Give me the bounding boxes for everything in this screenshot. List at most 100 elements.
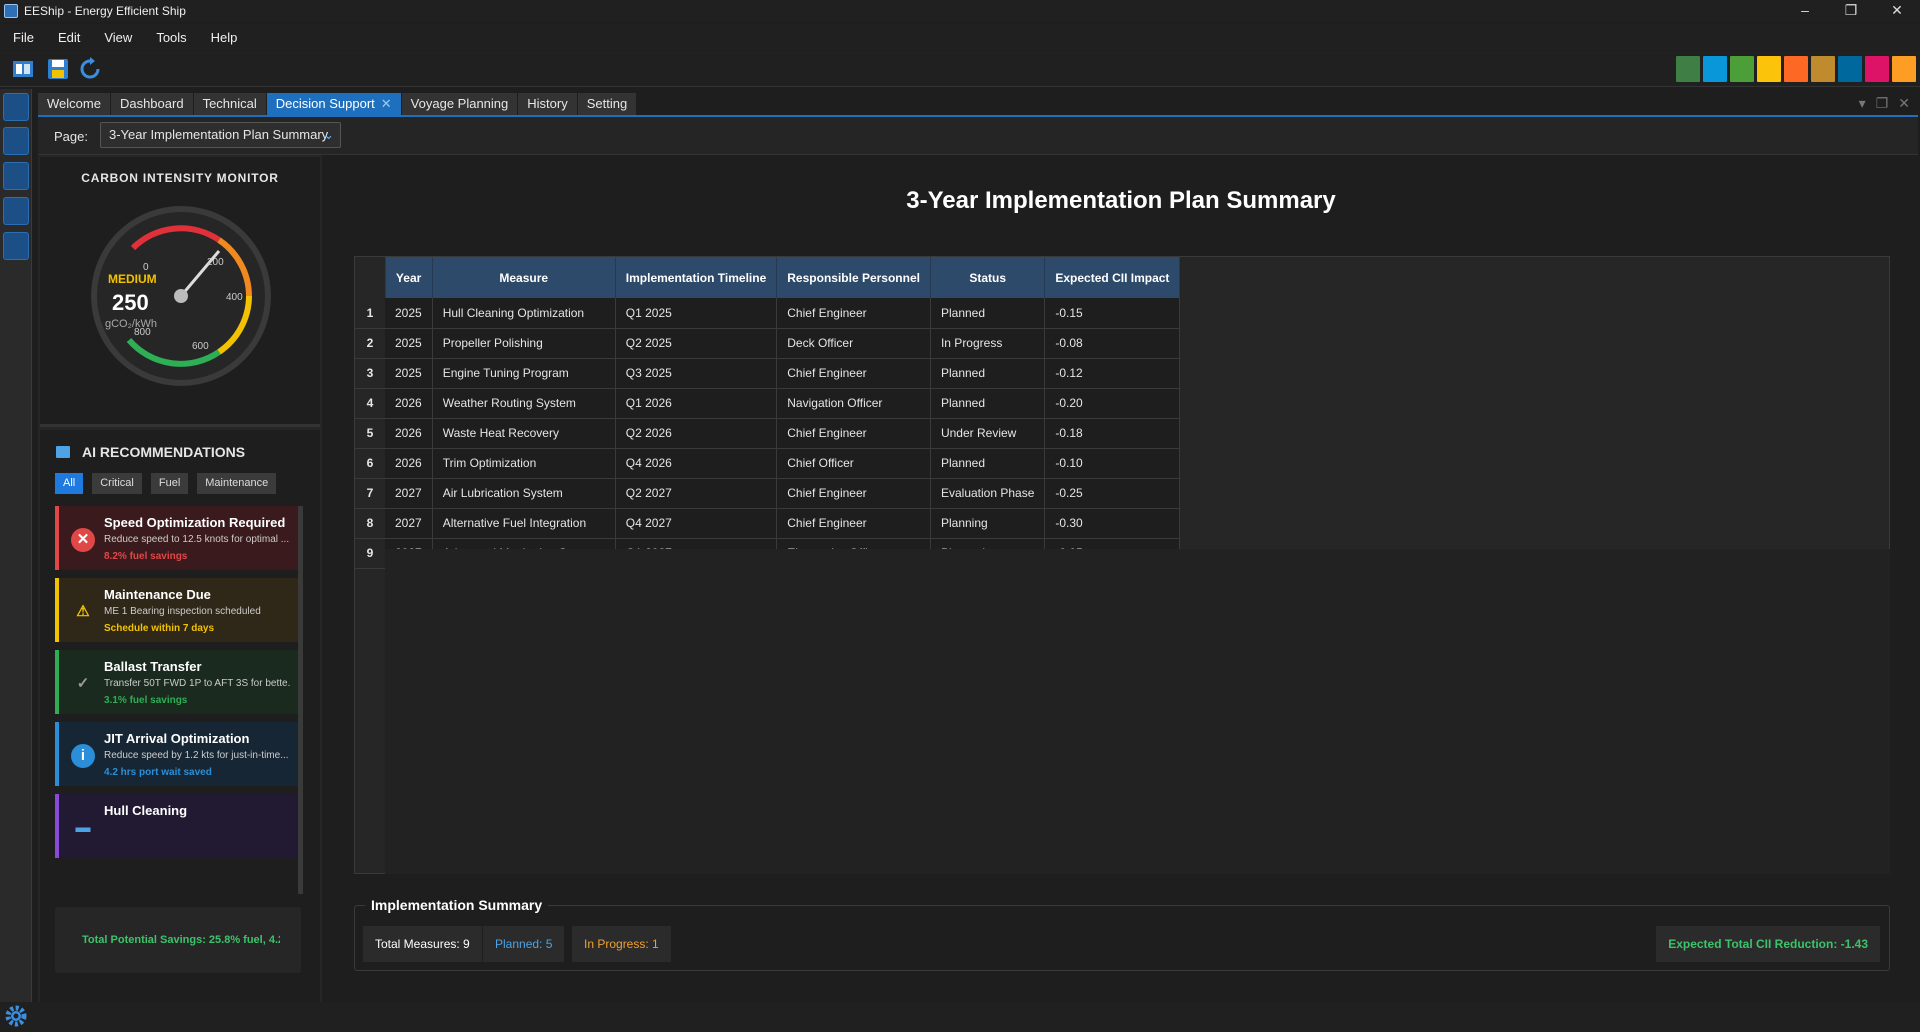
recommendation-scrollbar[interactable] xyxy=(298,506,303,894)
sdg-inequality-icon[interactable] xyxy=(1865,56,1889,82)
search-nav-icon[interactable] xyxy=(3,162,29,190)
close-button[interactable]: ✕ xyxy=(1874,0,1920,22)
table-cell[interactable]: Navigation Officer xyxy=(776,388,931,419)
sdg-life-below-water-icon[interactable] xyxy=(1703,56,1727,82)
table-cell[interactable]: -0.15 xyxy=(1044,298,1181,329)
table-row[interactable]: 6 2026 Trim Optimization Q4 2026 Chief Offic… xyxy=(355,448,1181,479)
filter-fuel[interactable]: Fuel xyxy=(150,473,189,494)
table-cell[interactable]: 2025 xyxy=(385,298,433,329)
table-cell[interactable]: Q4 2027 xyxy=(615,508,778,539)
gear-icon[interactable] xyxy=(4,1004,28,1028)
table-cell[interactable]: Chief Engineer xyxy=(776,418,931,449)
menu-tools[interactable]: Tools xyxy=(156,30,186,45)
table-cell[interactable]: 2026 xyxy=(385,448,433,479)
table-cell[interactable]: Waste Heat Recovery xyxy=(432,418,616,449)
table-cell[interactable]: Under Review xyxy=(930,418,1046,449)
recommendation-card[interactable]: i JIT Arrival Optimization Reduce speed by… xyxy=(55,722,299,786)
table-row[interactable]: 4 2026 Weather Routing System Q1 2026 Naviga… xyxy=(355,388,1181,419)
tab-history[interactable]: History xyxy=(518,93,577,115)
minimize-button[interactable]: – xyxy=(1782,0,1828,22)
table-cell[interactable]: Q3 2025 xyxy=(615,358,778,389)
tab-voyage-planning[interactable]: Voyage Planning xyxy=(401,93,518,115)
page-dropdown[interactable]: 3-Year Implementation Plan Summary ⌄ xyxy=(100,122,341,148)
table-cell[interactable]: Q1 2026 xyxy=(615,388,778,419)
table-cell[interactable]: Q4 2026 xyxy=(615,448,778,479)
maximize-button[interactable]: ❐ xyxy=(1828,0,1874,22)
table-cell[interactable]: Planned xyxy=(930,358,1046,389)
sdg-consumption-icon[interactable] xyxy=(1811,56,1835,82)
sdg-energy-icon[interactable] xyxy=(1757,56,1781,82)
table-cell[interactable]: -0.30 xyxy=(1044,508,1181,539)
table-row[interactable]: 7 2027 Air Lubrication System Q2 2027 Chief … xyxy=(355,478,1181,509)
sdg-health-icon[interactable] xyxy=(1730,56,1754,82)
table-cell[interactable]: In Progress xyxy=(930,328,1046,359)
table-cell[interactable]: Alternative Fuel Integration xyxy=(432,508,616,539)
recommendation-card[interactable]: ▬ Hull Cleaning xyxy=(55,794,299,858)
sdg-peace-icon[interactable] xyxy=(1838,56,1862,82)
table-cell[interactable]: 2025 xyxy=(385,358,433,389)
table-cell[interactable]: Chief Engineer xyxy=(776,358,931,389)
filter-all[interactable]: All xyxy=(55,473,84,494)
float-icon[interactable]: ❐ xyxy=(1876,95,1889,112)
table-cell[interactable]: Planned xyxy=(930,448,1046,479)
table-cell[interactable]: Deck Officer xyxy=(776,328,931,359)
table-cell[interactable]: Hull Cleaning Optimization xyxy=(432,298,616,329)
sdg-cities-icon[interactable] xyxy=(1892,56,1916,82)
table-cell[interactable]: Chief Officer xyxy=(776,448,931,479)
menu-file[interactable]: File xyxy=(13,30,34,45)
report-nav-icon[interactable] xyxy=(3,197,29,225)
tab-setting[interactable]: Setting xyxy=(577,93,637,115)
table-cell[interactable]: Trim Optimization xyxy=(432,448,616,479)
table-cell[interactable]: Q2 2025 xyxy=(615,328,778,359)
menu-edit[interactable]: Edit xyxy=(58,30,80,45)
col-year-header[interactable]: Year xyxy=(385,257,433,298)
table-cell[interactable]: Weather Routing System xyxy=(432,388,616,419)
table-cell[interactable]: Propeller Polishing xyxy=(432,328,616,359)
refresh-icon[interactable] xyxy=(78,57,102,81)
table-row[interactable]: 2 2025 Propeller Polishing Q2 2025 Deck Offi… xyxy=(355,328,1181,359)
table-cell[interactable]: -0.20 xyxy=(1044,388,1181,419)
sdg-life-on-land-icon[interactable] xyxy=(1676,56,1700,82)
col-measure-header[interactable]: Measure xyxy=(432,257,616,298)
filter-critical[interactable]: Critical xyxy=(92,473,142,494)
table-cell[interactable]: Engine Tuning Program xyxy=(432,358,616,389)
tab-dashboard[interactable]: Dashboard xyxy=(110,93,193,115)
tab-decision-support[interactable]: Decision Support ✕ xyxy=(266,93,401,115)
table-cell[interactable]: Planned xyxy=(930,298,1046,329)
table-row[interactable]: 8 2027 Alternative Fuel Integration Q4 2027… xyxy=(355,508,1181,539)
open-icon[interactable] xyxy=(11,57,35,81)
tab-welcome[interactable]: Welcome xyxy=(38,93,110,115)
filter-maintenance[interactable]: Maintenance xyxy=(197,473,277,494)
network-nav-icon[interactable] xyxy=(3,127,29,155)
table-cell[interactable]: -0.08 xyxy=(1044,328,1181,359)
table-row[interactable]: 1 2025 Hull Cleaning Optimization Q1 2025 Ch… xyxy=(355,298,1181,329)
table-cell[interactable]: -0.10 xyxy=(1044,448,1181,479)
calculator-nav-icon[interactable] xyxy=(3,232,29,260)
table-cell[interactable]: -0.12 xyxy=(1044,358,1181,389)
table-cell[interactable]: 2025 xyxy=(385,328,433,359)
table-cell[interactable]: Planned xyxy=(930,388,1046,419)
table-cell[interactable]: Q1 2025 xyxy=(615,298,778,329)
table-cell[interactable]: Chief Engineer xyxy=(776,298,931,329)
tab-list-icon[interactable]: ▾ xyxy=(1859,95,1866,112)
table-cell[interactable]: Evaluation Phase xyxy=(930,478,1046,509)
close-panel-icon[interactable]: ✕ xyxy=(1898,95,1910,112)
recommendation-card[interactable]: ✕ Speed Optimization Required Reduce speed… xyxy=(55,506,299,570)
col-personnel-header[interactable]: Responsible Personnel xyxy=(776,257,931,298)
menu-help[interactable]: Help xyxy=(211,30,238,45)
table-cell[interactable]: 2027 xyxy=(385,478,433,509)
recommendation-card[interactable]: ✓ Ballast Transfer Transfer 50T FWD 1P to … xyxy=(55,650,299,714)
col-cii-impact-header[interactable]: Expected CII Impact xyxy=(1044,257,1181,298)
table-cell[interactable]: -0.25 xyxy=(1044,478,1181,509)
table-cell[interactable]: 2027 xyxy=(385,508,433,539)
table-row[interactable]: 3 2025 Engine Tuning Program Q3 2025 Chief E… xyxy=(355,358,1181,389)
table-row[interactable]: 5 2026 Waste Heat Recovery Q2 2026 Chief Eng… xyxy=(355,418,1181,449)
table-cell[interactable]: -0.18 xyxy=(1044,418,1181,449)
table-cell[interactable]: Air Lubrication System xyxy=(432,478,616,509)
table-cell[interactable]: Planning xyxy=(930,508,1046,539)
table-cell[interactable]: Q2 2026 xyxy=(615,418,778,449)
table-cell[interactable]: Q2 2027 xyxy=(615,478,778,509)
sdg-industry-icon[interactable] xyxy=(1784,56,1808,82)
table-cell[interactable]: Chief Engineer xyxy=(776,508,931,539)
globe-nav-icon[interactable] xyxy=(3,93,29,121)
